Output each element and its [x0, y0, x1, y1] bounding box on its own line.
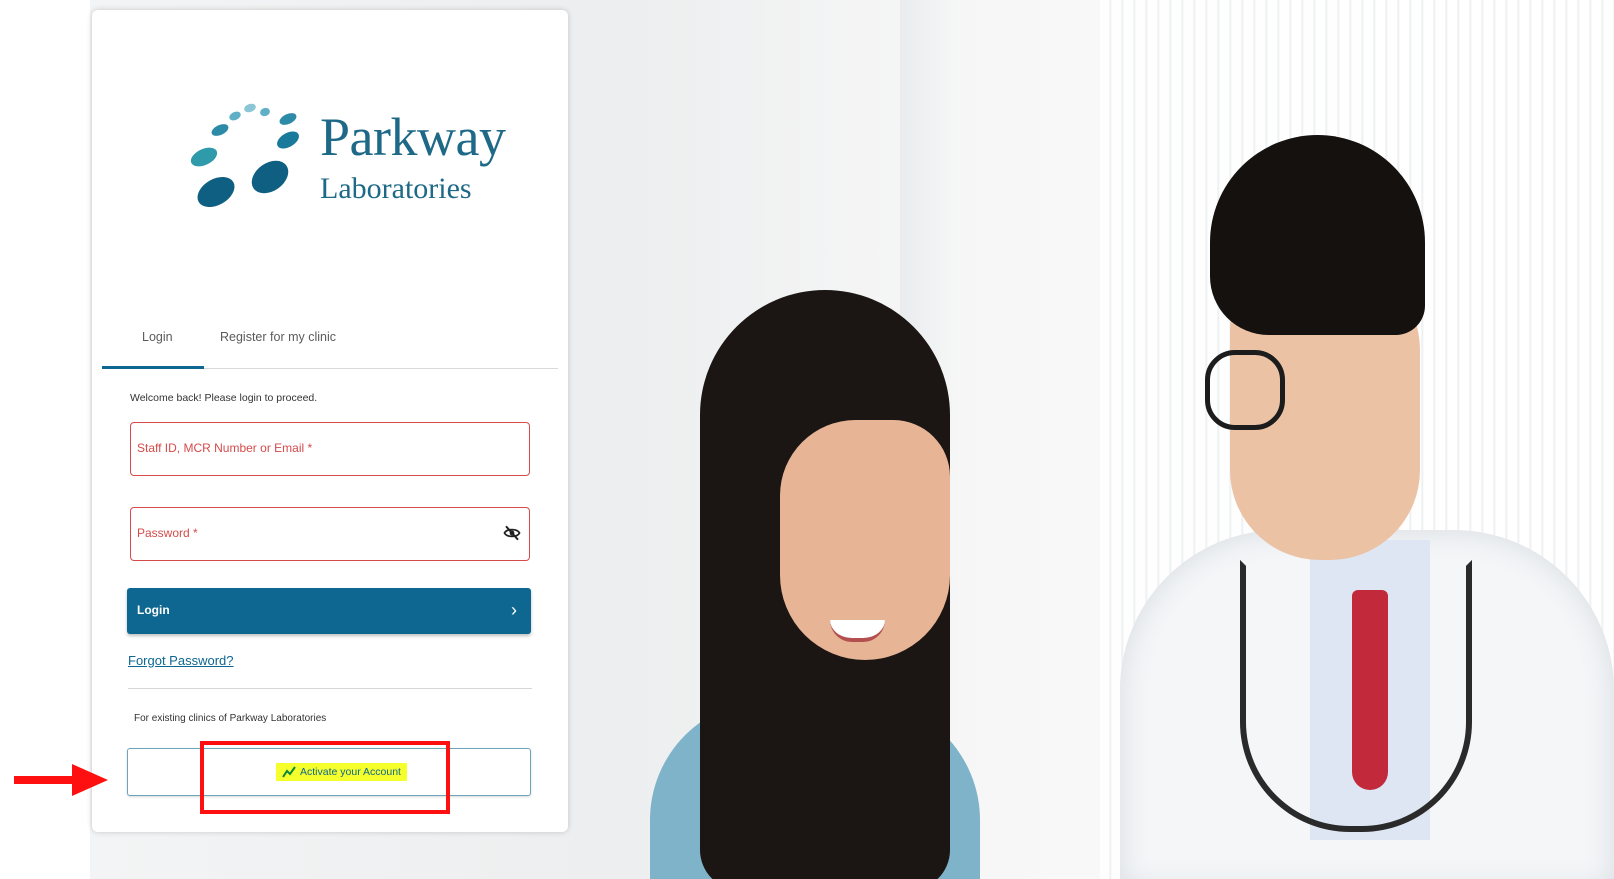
forgot-password-link[interactable]: Forgot Password? — [128, 653, 234, 668]
eye-off-icon[interactable] — [503, 524, 521, 542]
active-tab-indicator — [102, 366, 204, 369]
auth-tabs: Login Register for my clinic — [102, 326, 558, 369]
chevron-right-icon: › — [511, 600, 517, 620]
tab-register[interactable]: Register for my clinic — [220, 330, 336, 344]
login-card: Parkway Laboratories Login Register for … — [92, 10, 568, 832]
login-button[interactable]: Login › — [127, 588, 531, 634]
brand-subtitle: Laboratories — [320, 172, 472, 205]
username-input[interactable] — [131, 423, 477, 473]
doctor-hair — [1210, 135, 1425, 335]
annotation-highlight-box — [200, 741, 450, 814]
logo-dots-icon — [190, 103, 299, 208]
brand-name: Parkway — [320, 107, 506, 167]
password-field — [130, 507, 530, 561]
parkway-logo: Parkway Laboratories — [190, 102, 506, 232]
tab-login[interactable]: Login — [142, 330, 173, 344]
existing-clinics-text: For existing clinics of Parkway Laborato… — [134, 713, 327, 724]
login-button-label: Login — [137, 603, 170, 617]
red-arrow-right-icon — [14, 764, 108, 796]
stethoscope — [1240, 560, 1472, 832]
divider — [128, 688, 532, 689]
doctor-glasses — [1205, 350, 1285, 430]
password-input[interactable] — [131, 508, 477, 558]
welcome-text: Welcome back! Please login to proceed. — [130, 392, 318, 404]
username-field — [130, 422, 530, 476]
